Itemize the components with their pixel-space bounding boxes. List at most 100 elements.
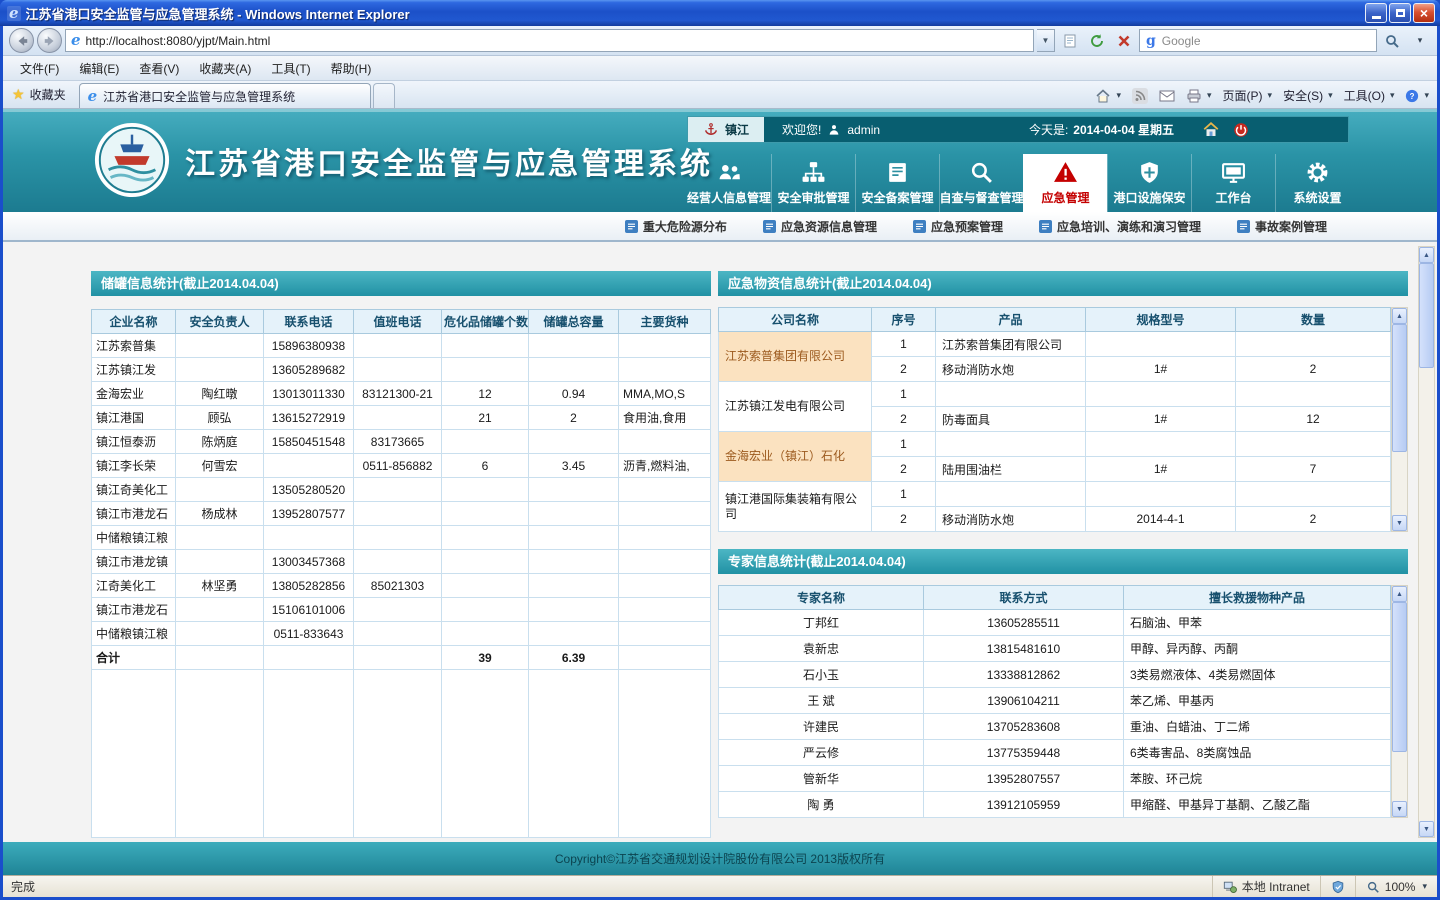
zoom-control[interactable]: 100% — [1355, 876, 1437, 897]
submenu-item[interactable]: 重大危险源分布 — [625, 218, 727, 235]
today-label: 今天是: — [1029, 121, 1068, 138]
menu-item[interactable]: 帮助(H) — [322, 57, 381, 80]
nav-item[interactable]: 系统设置 — [1275, 154, 1359, 212]
new-tab-button[interactable] — [373, 83, 395, 108]
cell: 金海宏业 — [92, 382, 176, 406]
supplies-scrollbar[interactable]: ▲ ▼ — [1391, 307, 1408, 532]
maximize-button[interactable] — [1389, 3, 1411, 23]
menu-item[interactable]: 编辑(E) — [70, 57, 128, 80]
nav-item[interactable]: 安全备案管理 — [855, 154, 939, 212]
cell: 13805282856 — [264, 574, 354, 598]
scroll-up-button[interactable]: ▲ — [1419, 247, 1434, 263]
scroll-down-button[interactable]: ▼ — [1392, 515, 1407, 531]
tab-favicon-icon: e — [88, 89, 98, 104]
cell: 2 — [529, 406, 619, 430]
cell: 0.94 — [529, 382, 619, 406]
cell — [619, 502, 711, 526]
nav-item[interactable]: 经营人信息管理 — [687, 154, 771, 212]
menu-item[interactable]: 收藏夹(A) — [190, 57, 260, 80]
orgchart-icon — [801, 160, 826, 185]
stop-button[interactable] — [1112, 29, 1136, 53]
user-icon — [827, 123, 841, 137]
scroll-down-button[interactable]: ▼ — [1419, 821, 1434, 837]
favorites-button[interactable]: ★ 收藏夹 — [3, 86, 75, 108]
rss-feed-button[interactable] — [1132, 88, 1148, 104]
cell — [354, 334, 442, 358]
submenu-item[interactable]: 应急预案管理 — [913, 218, 1003, 235]
minimize-button[interactable] — [1365, 3, 1387, 23]
nav-item[interactable]: 安全审批管理 — [771, 154, 855, 212]
menu-item[interactable]: 文件(F) — [11, 57, 68, 80]
cell: 中储粮镇江粮 — [92, 622, 176, 646]
tools-menu-button[interactable]: 工具(O) — [1344, 87, 1395, 104]
cell — [619, 598, 711, 622]
help-button[interactable]: ? — [1405, 89, 1429, 103]
cell — [1086, 432, 1236, 457]
cell — [264, 454, 354, 478]
search-button[interactable] — [1380, 29, 1404, 53]
table-row: 陶 勇13912105959甲缩醛、甲基异丁基酮、乙酸乙酯 — [719, 792, 1391, 818]
scroll-thumb[interactable] — [1419, 263, 1434, 368]
submenu-label: 应急预案管理 — [931, 218, 1003, 235]
cell: 13952807577 — [264, 502, 354, 526]
experts-scrollbar[interactable]: ▲ ▼ — [1391, 585, 1408, 818]
scroll-thumb[interactable] — [1392, 602, 1407, 752]
submenu-item[interactable]: 事故案例管理 — [1237, 218, 1327, 235]
browser-tab[interactable]: e 江苏省港口安全监管与应急管理系统 — [79, 83, 371, 108]
cell: 2 — [1236, 357, 1391, 382]
cell — [529, 358, 619, 382]
table-row: 石小玉133388128623类易燃液体、4类易燃固体 — [719, 662, 1391, 688]
cell: 13705283608 — [924, 714, 1124, 740]
cell — [354, 526, 442, 550]
zoom-magnifier-icon — [1366, 880, 1380, 894]
compatibility-view-button[interactable] — [1058, 29, 1082, 53]
table-row: 江苏索普集15896380938 — [92, 334, 711, 358]
table-row: 严云修137753594486类毒害品、8类腐蚀品 — [719, 740, 1391, 766]
cell: 6类毒害品、8类腐蚀品 — [1124, 740, 1391, 766]
submenu-item[interactable]: 应急资源信息管理 — [763, 218, 877, 235]
nav-item[interactable]: 自查与督查管理 — [939, 154, 1023, 212]
refresh-button[interactable] — [1085, 29, 1109, 53]
search-options-button[interactable] — [1407, 29, 1431, 53]
nav-item[interactable]: 工作台 — [1191, 154, 1275, 212]
search-input[interactable]: g Google — [1139, 29, 1377, 52]
address-url: http://localhost:8080/yjpt/Main.html — [86, 34, 271, 48]
cell: 85021303 — [354, 574, 442, 598]
scroll-up-button[interactable]: ▲ — [1392, 308, 1407, 324]
cell: 21 — [442, 406, 529, 430]
close-button[interactable]: × — [1413, 3, 1435, 23]
home-button[interactable] — [1095, 88, 1121, 104]
cell: 移动消防水炮 — [936, 507, 1086, 532]
address-input[interactable]: e http://localhost:8080/yjpt/Main.html — [65, 29, 1034, 52]
scroll-up-button[interactable]: ▲ — [1392, 586, 1407, 602]
menu-item[interactable]: 查看(V) — [130, 57, 188, 80]
page-menu-button[interactable]: 页面(P) — [1223, 87, 1273, 104]
table-row: 镇江市港龙镇13003457368 — [92, 550, 711, 574]
cell — [442, 550, 529, 574]
logout-power-icon[interactable] — [1232, 121, 1250, 139]
mail-button[interactable] — [1159, 88, 1175, 104]
city-selector[interactable]: 镇江 — [688, 117, 764, 142]
back-button[interactable] — [9, 28, 34, 53]
safety-menu-button[interactable]: 安全(S) — [1283, 87, 1333, 104]
menu-item[interactable]: 工具(T) — [262, 57, 319, 80]
cell — [442, 622, 529, 646]
nav-item[interactable]: 港口设施保安 — [1107, 154, 1191, 212]
main-content: 储罐信息统计(截止2014.04.04) 企业名称安全负责人联系电话值班电话危化… — [3, 242, 1437, 842]
tank-table-header-row: 企业名称安全负责人联系电话值班电话危化品储罐个数储罐总容量主要货种 — [92, 310, 711, 334]
forward-button[interactable] — [37, 28, 62, 53]
submenu-item[interactable]: 应急培训、演练和演习管理 — [1039, 218, 1201, 235]
status-icons — [1320, 876, 1355, 897]
nav-item[interactable]: 应急管理 — [1023, 154, 1107, 212]
cell — [354, 406, 442, 430]
scroll-thumb[interactable] — [1392, 324, 1407, 452]
cell — [529, 574, 619, 598]
cell: 许建民 — [719, 714, 924, 740]
supplies-panel-title: 应急物资信息统计(截止2014.04.04) — [718, 271, 1408, 296]
cell: 镇江港国 — [92, 406, 176, 430]
scroll-down-button[interactable]: ▼ — [1392, 801, 1407, 817]
home-page-icon[interactable] — [1202, 121, 1220, 139]
address-dropdown-button[interactable]: ▼ — [1037, 29, 1055, 52]
print-button[interactable] — [1186, 88, 1212, 104]
page-scrollbar[interactable]: ▲ ▼ — [1418, 246, 1435, 838]
